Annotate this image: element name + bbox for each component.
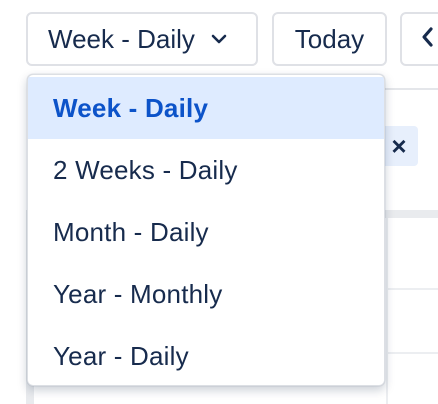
- filter-chip[interactable]: ×: [380, 126, 418, 166]
- view-option-year-monthly[interactable]: Year - Monthly: [28, 263, 384, 325]
- previous-period-button[interactable]: [400, 12, 438, 66]
- view-option-label: Week - Daily: [53, 92, 209, 123]
- view-select-value: Week - Daily: [48, 23, 195, 54]
- today-button[interactable]: Today: [272, 12, 387, 66]
- calendar-grid-column-line: [386, 218, 388, 404]
- view-option-label: Year - Monthly: [53, 278, 223, 309]
- view-option-year-daily[interactable]: Year - Daily: [28, 325, 384, 385]
- view-select-dropdown: Week - Daily 2 Weeks - Daily Month - Dai…: [27, 74, 385, 386]
- view-select-button[interactable]: Week - Daily: [26, 12, 258, 66]
- calendar-grid-row-line: [386, 352, 438, 354]
- today-button-label: Today: [294, 23, 365, 54]
- view-option-label: 2 Weeks - Daily: [53, 154, 238, 185]
- view-option-month-daily[interactable]: Month - Daily: [28, 201, 384, 263]
- header-divider: [385, 88, 438, 90]
- view-option-week-daily[interactable]: Week - Daily: [28, 77, 384, 139]
- view-option-label: Month - Daily: [53, 216, 209, 247]
- chevron-down-icon: [209, 29, 229, 49]
- view-option-2-weeks-daily[interactable]: 2 Weeks - Daily: [28, 139, 384, 201]
- close-icon[interactable]: ×: [391, 133, 406, 159]
- view-option-label: Year - Daily: [53, 340, 189, 371]
- calendar-grid-row-line: [386, 288, 438, 290]
- calendar-view-screen: × Week - Daily Today Week - Daily 2 Week…: [0, 0, 438, 404]
- chevron-left-icon: [420, 24, 434, 55]
